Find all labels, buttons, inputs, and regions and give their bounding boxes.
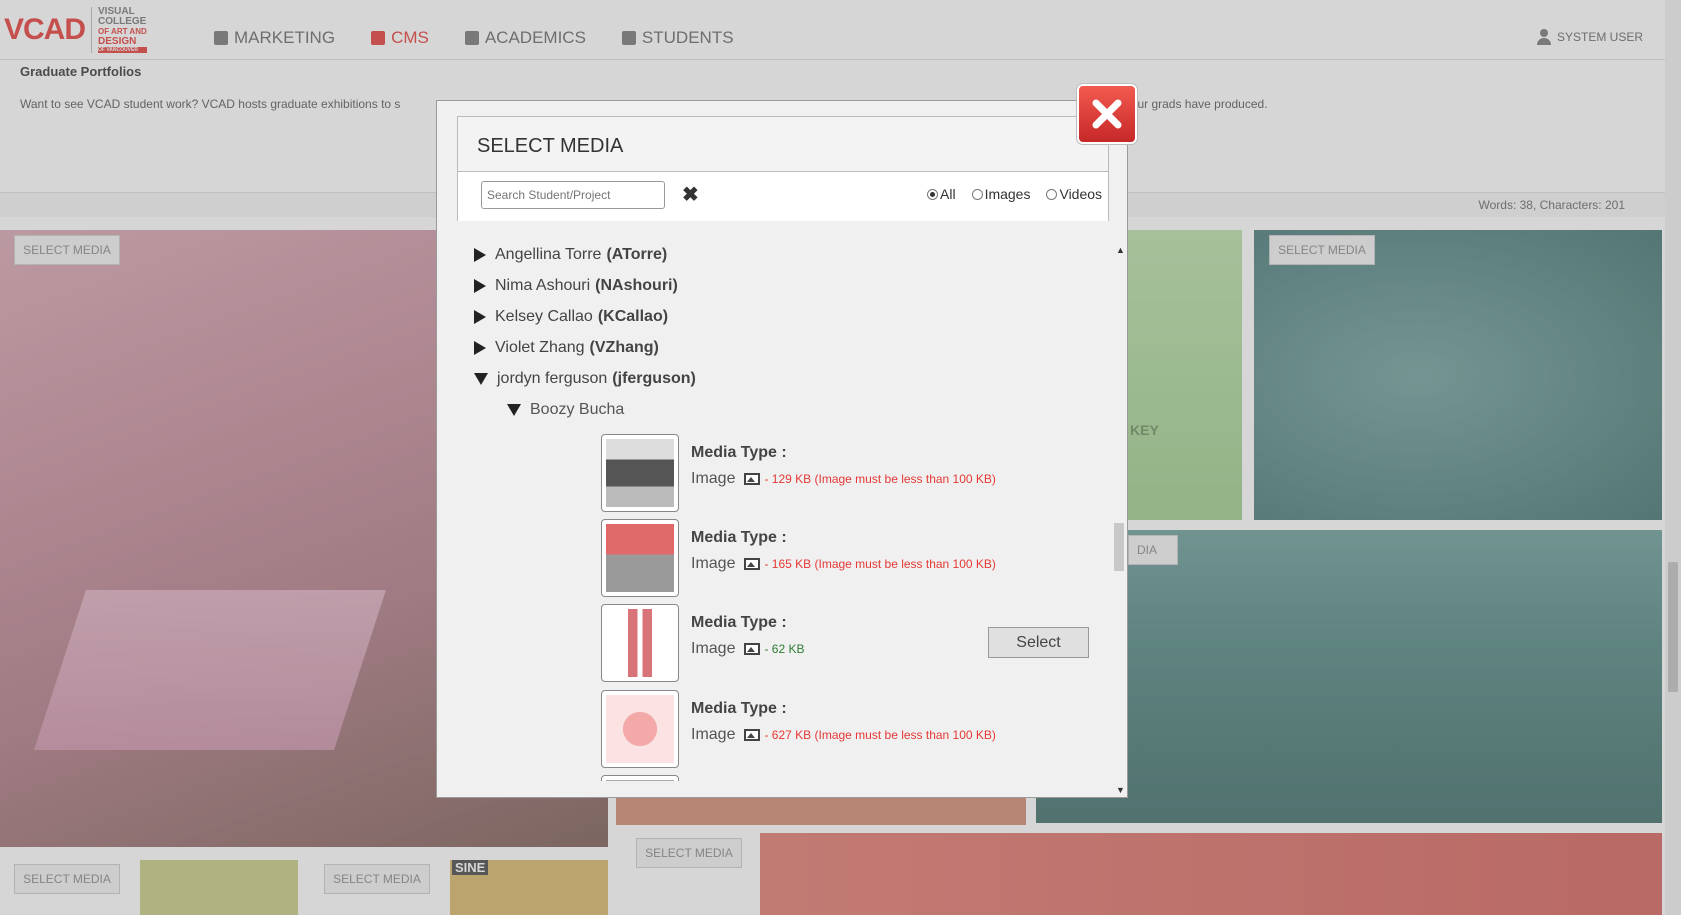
filter-images[interactable]: Images [971,186,1031,202]
media-info: Image - 129 KB (Image must be less than … [691,470,996,488]
media-type-label: Media Type : [691,444,787,461]
student-id: (jferguson) [612,370,696,387]
thumbnail-image [606,609,674,677]
media-item[interactable]: Media Type : Image - 627 KB (Image must … [601,690,1061,770]
expand-arrow-icon [474,341,486,355]
select-media-modal: SELECT MEDIA ✖ All Images Videos [436,100,1128,798]
thumbnail-image [606,524,674,592]
image-icon [744,729,761,741]
media-type-value: Image [691,640,736,657]
media-thumbnail[interactable] [601,434,679,512]
media-item[interactable]: Media Type : Image - 129 KB (Image must … [601,434,1061,514]
media-type-value: Image [691,470,736,487]
close-icon [1092,99,1122,129]
filter-label: Videos [1059,186,1103,202]
media-info: Image - 165 KB (Image must be less than … [691,555,996,573]
list-scroll-up-icon[interactable]: ▲ [1116,245,1125,255]
image-icon [744,558,761,570]
media-item[interactable]: Media Type : Image - 62 KB Select [601,604,1089,684]
student-row[interactable]: Kelsey Callao (KCallao) [474,308,668,326]
filter-label: Images [984,186,1031,202]
media-thumbnail[interactable] [601,604,679,682]
media-info: Image - 62 KB [691,640,805,658]
student-id: (KCallao) [597,308,669,325]
media-type-label: Media Type : [691,700,787,717]
student-media-tree: Angellina Torre (ATorre) Nima Ashouri (N… [457,236,1117,781]
search-input[interactable] [481,181,665,209]
collapse-arrow-icon [507,404,521,416]
modal-title: SELECT MEDIA [477,135,624,157]
student-row[interactable]: Angellina Torre (ATorre) [474,246,667,264]
media-info: Image - 627 KB (Image must be less than … [691,726,996,744]
select-media-item-button[interactable]: Select [988,627,1089,658]
media-filter: All Images Videos [927,186,1102,202]
media-size-error: - 627 KB (Image must be less than 100 KB… [764,728,996,742]
student-row[interactable]: Violet Zhang (VZhang) [474,339,659,357]
student-name: Violet Zhang [495,339,585,356]
filter-videos[interactable]: Videos [1046,186,1102,202]
media-thumbnail[interactable] [601,519,679,597]
search-row: ✖ All Images Videos [458,171,1108,221]
list-scrollbar-thumb[interactable] [1114,523,1124,571]
expand-arrow-icon [474,279,486,293]
image-icon [744,643,761,655]
modal-header: SELECT MEDIA ✖ All Images Videos [457,116,1109,221]
student-name: jordyn ferguson [497,370,608,387]
student-id: (VZhang) [589,339,659,356]
media-thumbnail[interactable] [601,775,679,781]
media-item[interactable]: Media Type : [601,775,1061,781]
media-type-label: Media Type : [691,529,787,546]
collapse-arrow-icon [474,373,488,385]
media-size-error: - 165 KB (Image must be less than 100 KB… [764,557,996,571]
media-size-error: - 129 KB (Image must be less than 100 KB… [764,472,996,486]
media-size: - 62 KB [764,642,805,656]
radio-checked-icon [927,188,938,200]
student-name: Angellina Torre [495,246,602,263]
student-id: (NAshouri) [595,277,678,294]
media-type-value: Image [691,726,736,743]
media-thumbnail[interactable] [601,690,679,768]
filter-all[interactable]: All [927,186,956,202]
clear-search-icon[interactable]: ✖ [682,185,699,205]
radio-unchecked-icon [1046,188,1058,200]
student-row[interactable]: jordyn ferguson (jferguson) [474,370,696,388]
filter-label: All [940,186,956,202]
project-row[interactable]: Boozy Bucha [507,401,624,419]
thumbnail-image [606,695,674,763]
image-icon [744,473,761,485]
media-type-label: Media Type : [691,614,787,631]
radio-unchecked-icon [971,188,983,200]
list-scroll-down-icon[interactable]: ▼ [1116,785,1125,795]
expand-arrow-icon [474,248,486,262]
project-name: Boozy Bucha [530,401,625,418]
student-name: Kelsey Callao [495,308,593,325]
media-type-value: Image [691,555,736,572]
thumbnail-image [606,439,674,507]
close-modal-button[interactable] [1076,83,1138,145]
media-item[interactable]: Media Type : Image - 165 KB (Image must … [601,519,1061,599]
student-name: Nima Ashouri [495,277,591,294]
student-id: (ATorre) [606,246,668,263]
expand-arrow-icon [474,310,486,324]
thumbnail-image [606,780,674,781]
student-row[interactable]: Nima Ashouri (NAshouri) [474,277,678,295]
